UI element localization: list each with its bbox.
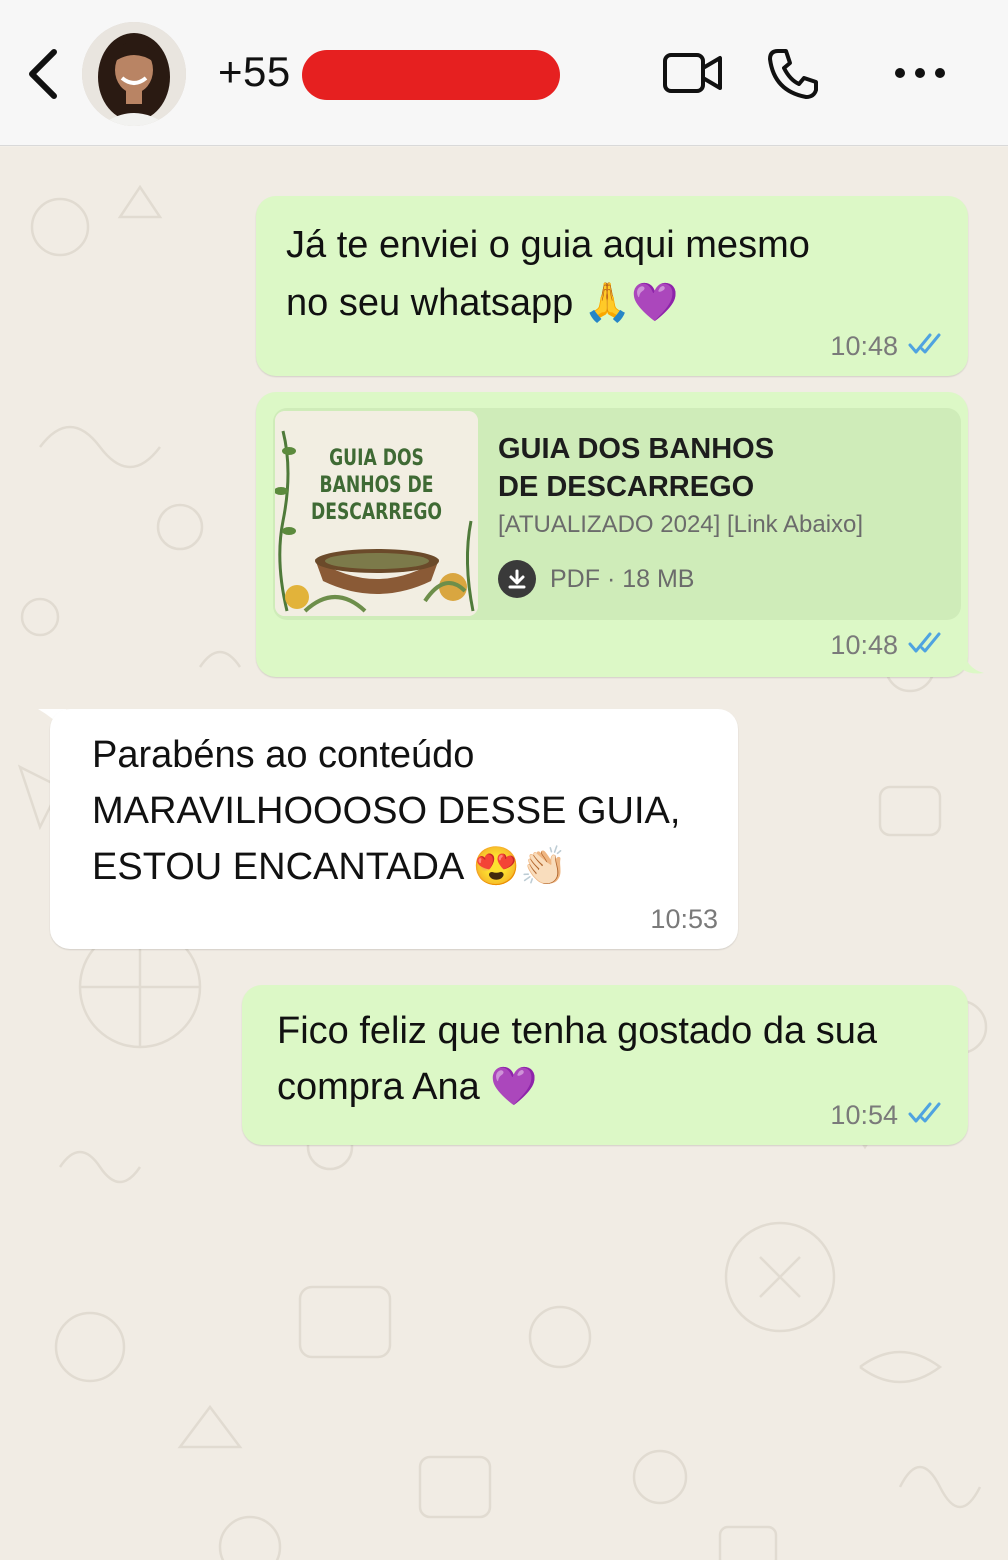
message-bubble-outgoing[interactable]: Fico feliz que tenha gostado da sua comp…	[242, 985, 968, 1145]
avatar[interactable]	[82, 22, 186, 126]
read-ticks-icon	[908, 630, 944, 661]
download-icon[interactable]	[498, 560, 536, 598]
message-meta: 10:48	[830, 331, 944, 362]
chat-area[interactable]: Já te enviei o guia aqui mesmo no seu wh…	[0, 147, 1008, 1560]
message-meta: 10:48	[830, 630, 944, 661]
redaction-mark	[302, 50, 560, 100]
message-bubble-outgoing[interactable]: Já te enviei o guia aqui mesmo no seu wh…	[256, 196, 968, 376]
message-text: Fico feliz que tenha gostado da sua comp…	[277, 1010, 877, 1108]
message-time: 10:48	[830, 331, 898, 361]
chat-header: +55	[0, 0, 1008, 146]
document-thumbnail-title: GUIA DOS BANHOS DE DESCARREGO	[310, 446, 443, 525]
message-bubble-incoming[interactable]: Parabéns ao conteúdo MARAVILHOOOSO DESSE…	[50, 709, 738, 949]
message-time: 10:53	[650, 904, 718, 934]
document-card[interactable]: GUIA DOS BANHOS DE DESCARREGO GUIA DOS B…	[273, 408, 961, 620]
read-ticks-icon	[908, 331, 944, 362]
bubble-tail	[962, 647, 984, 674]
contact-name[interactable]: +55	[218, 48, 291, 96]
more-icon[interactable]	[892, 62, 948, 89]
message-meta: 10:53	[650, 904, 718, 935]
message-text: Parabéns ao conteúdo MARAVILHOOOSO DESSE…	[92, 734, 681, 888]
phone-icon[interactable]	[766, 47, 820, 106]
message-meta: 10:54	[830, 1100, 944, 1131]
document-info: PDF · 18 MB	[498, 560, 694, 598]
document-subtitle: [ATUALIZADO 2024] [Link Abaixo]	[498, 511, 864, 538]
message-time: 10:54	[830, 1100, 898, 1130]
document-file-info: PDF · 18 MB	[550, 564, 695, 593]
message-text: Já te enviei o guia aqui mesmo no seu wh…	[286, 224, 810, 324]
read-ticks-icon	[908, 1100, 944, 1131]
back-chevron-icon[interactable]	[22, 44, 66, 104]
document-thumbnail: GUIA DOS BANHOS DE DESCARREGO	[275, 411, 478, 616]
message-bubble-document[interactable]: GUIA DOS BANHOS DE DESCARREGO GUIA DOS B…	[256, 392, 968, 677]
video-call-icon[interactable]	[662, 50, 724, 101]
document-title: GUIA DOS BANHOS DE DESCARREGO	[498, 433, 775, 503]
message-time: 10:48	[830, 630, 898, 660]
